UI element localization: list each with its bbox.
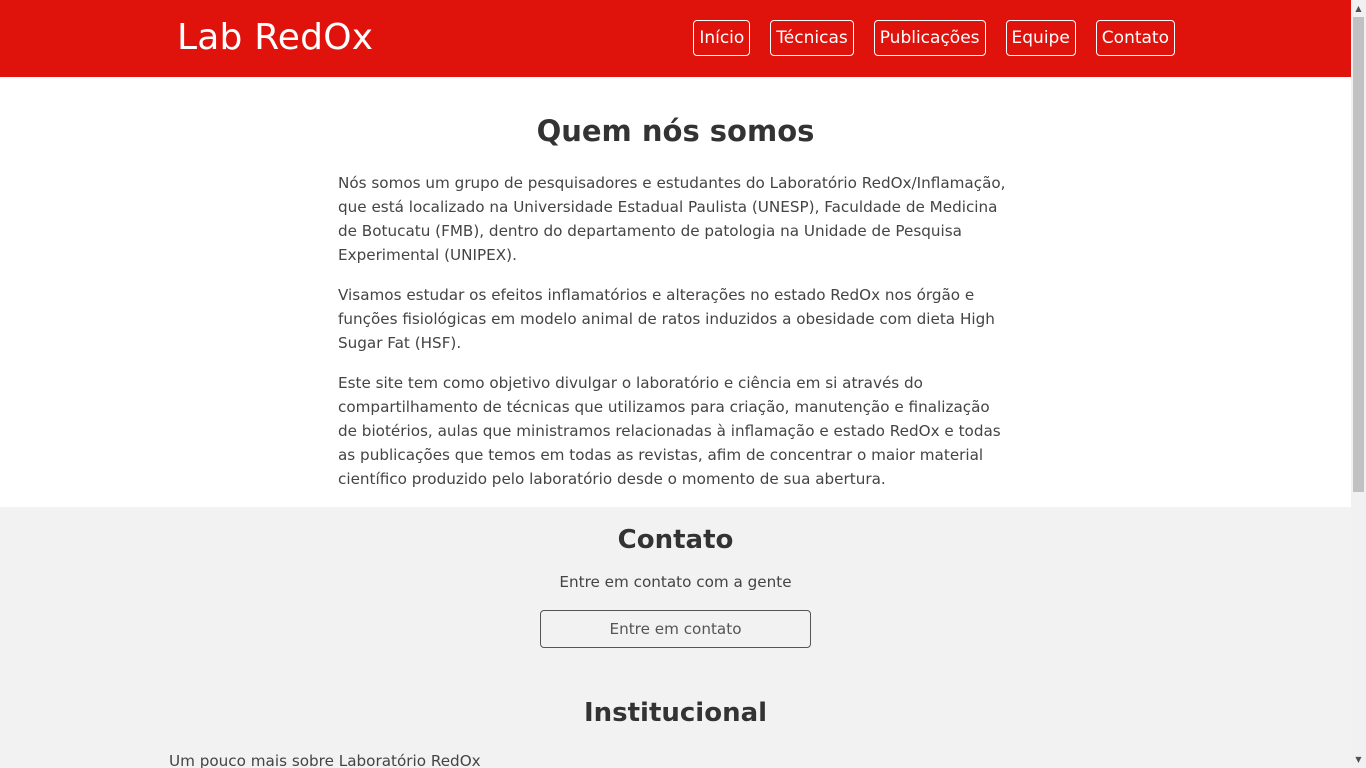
contact-section: Contato Entre em contato com a gente Ent…	[0, 507, 1351, 768]
institutional-subtitle: Um pouco mais sobre Laboratório RedOx	[169, 752, 481, 768]
site-header: Lab RedOx Início Técnicas Publicações Eq…	[0, 0, 1351, 77]
brand-logo[interactable]: Lab RedOx	[177, 14, 373, 62]
about-title: Quem nós somos	[536, 114, 815, 148]
nav-link-inicio[interactable]: Início	[693, 20, 751, 56]
nav-link-contato[interactable]: Contato	[1095, 20, 1175, 56]
page: Lab RedOx Início Técnicas Publicações Eq…	[0, 0, 1351, 768]
about-paragraph-2: Visamos estudar os efeitos inflamatórios…	[338, 286, 995, 352]
about-text: Nós somos um grupo de pesquisadores e es…	[338, 171, 1010, 507]
nav-link-tecnicas[interactable]: Técnicas	[770, 20, 854, 56]
about-paragraph-3: Este site tem como objetivo divulgar o l…	[338, 374, 1001, 488]
scrollbar-thumb[interactable]	[1353, 17, 1364, 492]
nav-link-publicacoes[interactable]: Publicações	[873, 20, 986, 56]
contact-button[interactable]: Entre em contato	[540, 610, 811, 648]
scroll-up-arrow-icon[interactable]: ▲	[1351, 0, 1366, 17]
about-paragraph-1: Nós somos um grupo de pesquisadores e es…	[338, 174, 1006, 264]
contact-title: Contato	[617, 525, 734, 555]
nav-link-equipe[interactable]: Equipe	[1005, 20, 1076, 56]
scroll-down-arrow-icon[interactable]: ▼	[1351, 751, 1366, 768]
page-scrollbar[interactable]: ▲ ▼	[1351, 0, 1366, 768]
about-section: Quem nós somos Nós somos um grupo de pes…	[0, 77, 1351, 507]
contact-subtitle: Entre em contato com a gente	[559, 573, 792, 591]
institutional-title: Institucional	[583, 698, 768, 728]
main-nav: Início Técnicas Publicações Equipe Conta…	[693, 20, 1175, 56]
